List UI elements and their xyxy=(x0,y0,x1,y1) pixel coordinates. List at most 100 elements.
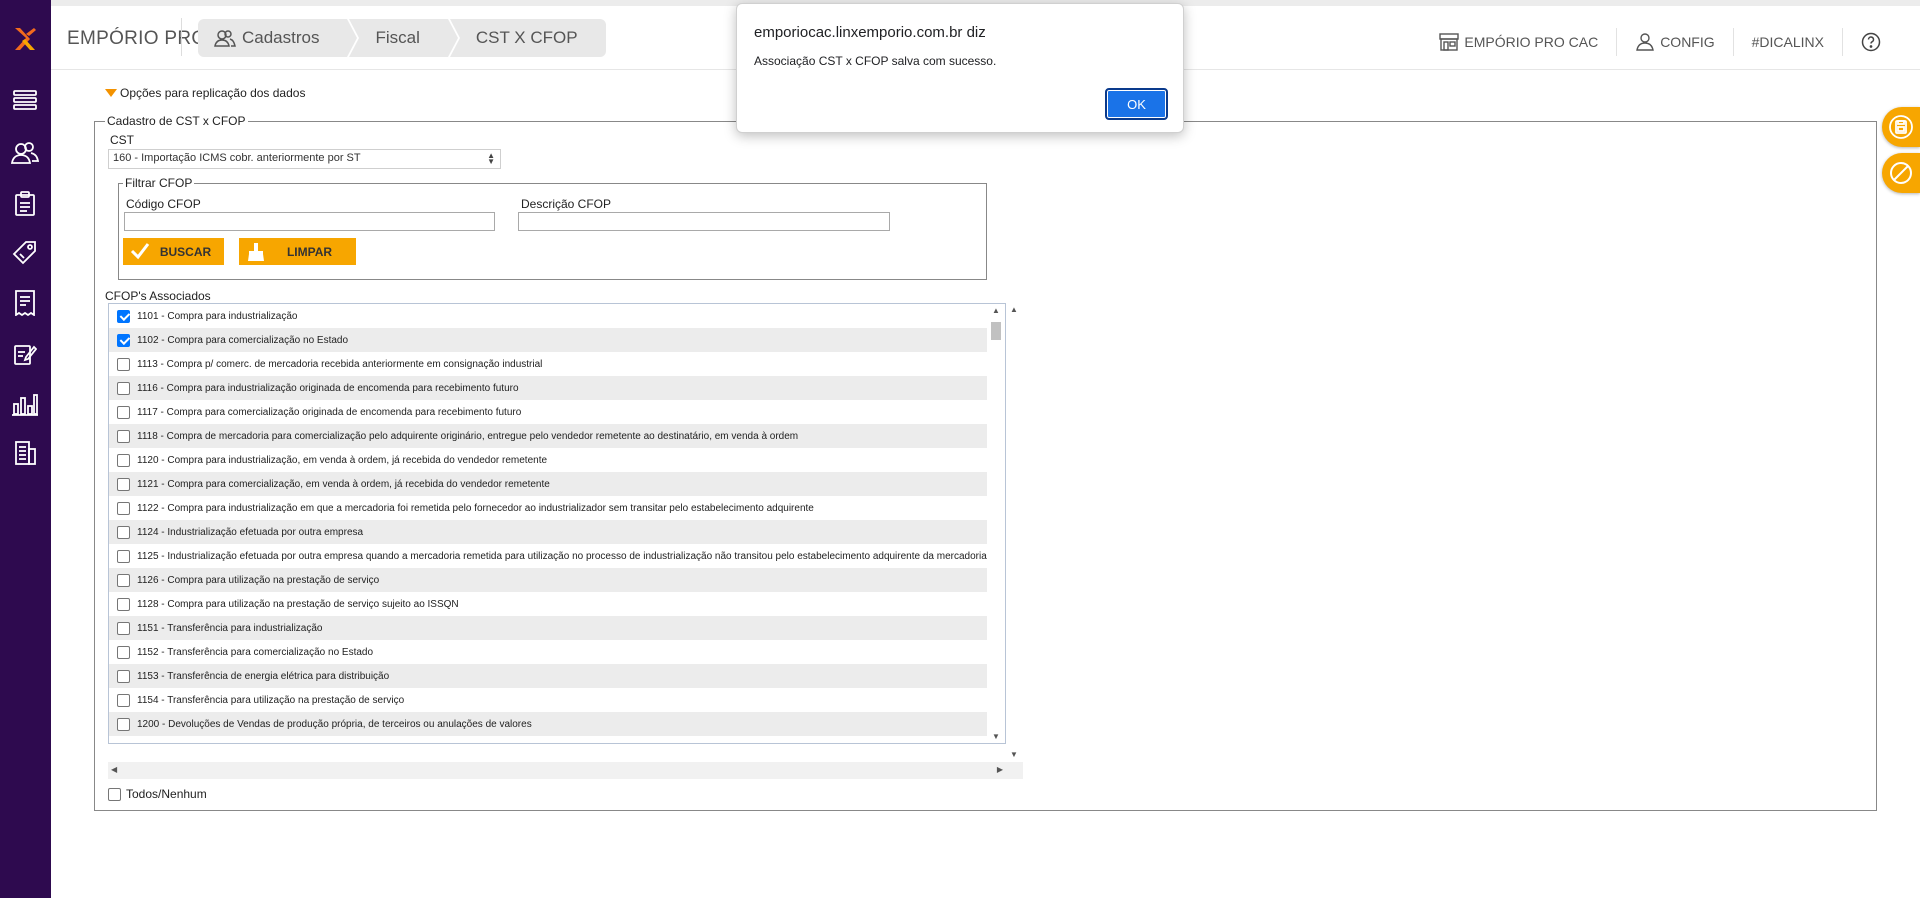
config-link[interactable]: CONFIG xyxy=(1616,28,1732,56)
app-title[interactable]: EMPÓRIO PRO xyxy=(67,28,206,50)
cfop-row-label: 1121 - Compra para comercialização, em v… xyxy=(137,478,550,490)
cfop-row[interactable]: 1124 - Industrialização efetuada por out… xyxy=(109,520,987,544)
cfop-row[interactable]: 1154 - Transferência para utilização na … xyxy=(109,688,987,712)
limpar-button[interactable]: LIMPAR xyxy=(239,238,356,265)
cfop-row[interactable]: 1153 - Transferência de energia elétrica… xyxy=(109,664,987,688)
cfop-checkbox[interactable] xyxy=(117,717,130,731)
todos-checkbox[interactable] xyxy=(108,787,121,801)
todos-nenhum-toggle[interactable]: Todos/Nenhum xyxy=(108,787,207,801)
scroll-left-icon[interactable]: ◀ xyxy=(111,765,117,774)
cfop-checkbox[interactable] xyxy=(117,333,130,347)
cfop-checkbox[interactable] xyxy=(117,477,130,491)
save-side-button[interactable] xyxy=(1882,107,1920,147)
help-icon xyxy=(1861,32,1881,52)
cfop-checkbox[interactable] xyxy=(117,525,130,539)
emporio-cac-link[interactable]: EMPÓRIO PRO CAC xyxy=(1421,28,1616,56)
cfop-checkbox[interactable] xyxy=(117,549,130,563)
cfop-row-label: 1120 - Compra para industrialização, em … xyxy=(137,454,548,466)
help-link[interactable] xyxy=(1842,28,1920,56)
cfop-row[interactable]: 1121 - Compra para comercialização, em v… xyxy=(109,472,987,496)
cfop-row[interactable]: 1128 - Compra para utilização na prestaç… xyxy=(109,592,987,616)
scroll-right-icon[interactable]: ▶ xyxy=(997,765,1003,774)
cfop-checkbox[interactable] xyxy=(117,597,130,611)
cfop-row[interactable]: 1101 - Compra para industrialização xyxy=(109,304,987,328)
descricao-cfop-input[interactable] xyxy=(518,212,890,231)
cfop-row-label: 1154 - Transferência para utilização na … xyxy=(137,694,405,706)
cfop-checkbox[interactable] xyxy=(117,309,130,323)
cfop-row[interactable]: 1152 - Transferência para comercializaçã… xyxy=(109,640,987,664)
alert-dialog: emporiocac.linxemporio.com.br diz Associ… xyxy=(736,3,1184,133)
cfop-row[interactable]: 1113 - Compra p/ comerc. de mercadoria r… xyxy=(109,352,987,376)
cfop-checkbox[interactable] xyxy=(117,381,130,395)
cfop-row[interactable]: 1151 - Transferência para industrializaç… xyxy=(109,616,987,640)
user-icon xyxy=(1636,33,1655,51)
cfop-row-label: 1124 - Industrialização efetuada por out… xyxy=(137,526,364,538)
scroll-down-icon[interactable]: ▼ xyxy=(992,732,1000,741)
breadcrumb-cadastros[interactable]: Cadastros xyxy=(198,19,360,57)
breadcrumb-fiscal[interactable]: Fiscal xyxy=(349,19,460,57)
cfop-row-label: 1122 - Compra para industrialização em q… xyxy=(137,502,814,514)
clipboard-icon[interactable] xyxy=(11,190,39,218)
outer-horizontal-scrollbar[interactable]: ◀ ▶ xyxy=(108,762,1023,779)
cfops-associados-label: CFOP's Associados xyxy=(105,289,211,303)
cfop-checkbox[interactable] xyxy=(117,357,130,371)
cfop-checkbox[interactable] xyxy=(117,501,130,515)
list-scrollbar[interactable]: ▲ ▼ xyxy=(988,304,1005,743)
cancel-icon xyxy=(1890,162,1912,184)
title-divider xyxy=(181,18,182,56)
cfop-row[interactable]: 1118 - Compra de mercadoria para comerci… xyxy=(109,424,987,448)
scroll-thumb[interactable] xyxy=(991,322,1001,340)
cfop-row[interactable]: 1200 - Devoluções de Vendas de produção … xyxy=(109,712,987,736)
triangle-down-icon xyxy=(105,89,117,97)
menu-stack-icon[interactable] xyxy=(11,86,39,114)
breadcrumb: Cadastros Fiscal CST X CFOP xyxy=(198,19,608,57)
cfop-row-label: 1125 - Industrialização efetuada por out… xyxy=(137,550,987,562)
cfop-row[interactable]: 1122 - Compra para industrialização em q… xyxy=(109,496,987,520)
cfop-row-label: 1116 - Compra para industrialização orig… xyxy=(137,382,519,394)
cfop-checkbox[interactable] xyxy=(117,669,130,683)
cst-select[interactable]: 160 - Importação ICMS cobr. anteriorment… xyxy=(108,149,501,169)
bar-chart-icon[interactable] xyxy=(11,390,39,418)
building-icon[interactable] xyxy=(11,439,39,467)
scroll-up-icon[interactable]: ▲ xyxy=(1010,305,1018,314)
cfop-row[interactable]: 1126 - Compra para utilização na prestaç… xyxy=(109,568,987,592)
logo-icon[interactable] xyxy=(12,24,38,54)
buscar-button[interactable]: BUSCAR xyxy=(123,238,224,265)
cancel-side-button[interactable] xyxy=(1882,153,1920,193)
dicalinx-link[interactable]: #DICALINX xyxy=(1732,28,1842,56)
codigo-cfop-input[interactable] xyxy=(124,212,495,231)
users-icon[interactable] xyxy=(11,139,39,167)
cfop-row[interactable]: 1116 - Compra para industrialização orig… xyxy=(109,376,987,400)
cfop-row[interactable]: 1120 - Compra para industrialização, em … xyxy=(109,448,987,472)
save-icon xyxy=(1889,115,1913,139)
sidebar xyxy=(0,0,51,898)
breadcrumb-cst-x-cfop[interactable]: CST X CFOP xyxy=(449,19,606,57)
breadcrumb-label: CST X CFOP xyxy=(475,28,578,47)
dicalinx-label: #DICALINX xyxy=(1751,34,1824,50)
cfop-row-label: 1117 - Compra para comercialização origi… xyxy=(137,406,522,418)
outer-vertical-scrollbar[interactable]: ▲ ▼ xyxy=(1006,303,1023,761)
cfop-row-label: 1151 - Transferência para industrializaç… xyxy=(137,622,323,634)
cfop-checkbox[interactable] xyxy=(117,693,130,707)
cfop-checkbox[interactable] xyxy=(117,621,130,635)
cfop-checkbox[interactable] xyxy=(117,645,130,659)
edit-document-icon[interactable] xyxy=(11,340,39,368)
buscar-label: BUSCAR xyxy=(159,244,212,259)
tag-icon[interactable] xyxy=(11,239,39,267)
cadastro-legend: Cadastro de CST x CFOP xyxy=(107,114,246,128)
cfop-list[interactable]: 1101 - Compra para industrialização 1102 … xyxy=(108,303,1006,744)
replication-options-toggle[interactable]: Opções para replicação dos dados xyxy=(105,86,305,100)
cfop-checkbox[interactable] xyxy=(117,573,130,587)
cfop-row[interactable]: 1117 - Compra para comercialização origi… xyxy=(109,400,987,424)
cst-selected-value: 160 - Importação ICMS cobr. anteriorment… xyxy=(113,152,361,164)
cfop-checkbox[interactable] xyxy=(117,453,130,467)
cfop-row-label: 1118 - Compra de mercadoria para comerci… xyxy=(137,430,799,442)
scroll-down-icon[interactable]: ▼ xyxy=(1010,750,1018,759)
cfop-row[interactable]: 1125 - Industrialização efetuada por out… xyxy=(109,544,987,568)
cfop-checkbox[interactable] xyxy=(117,405,130,419)
alert-ok-button[interactable]: OK xyxy=(1105,88,1168,120)
scroll-up-icon[interactable]: ▲ xyxy=(992,306,1000,315)
receipt-icon[interactable] xyxy=(11,289,39,317)
cfop-checkbox[interactable] xyxy=(117,429,130,443)
cfop-row[interactable]: 1102 - Compra para comercialização no Es… xyxy=(109,328,987,352)
